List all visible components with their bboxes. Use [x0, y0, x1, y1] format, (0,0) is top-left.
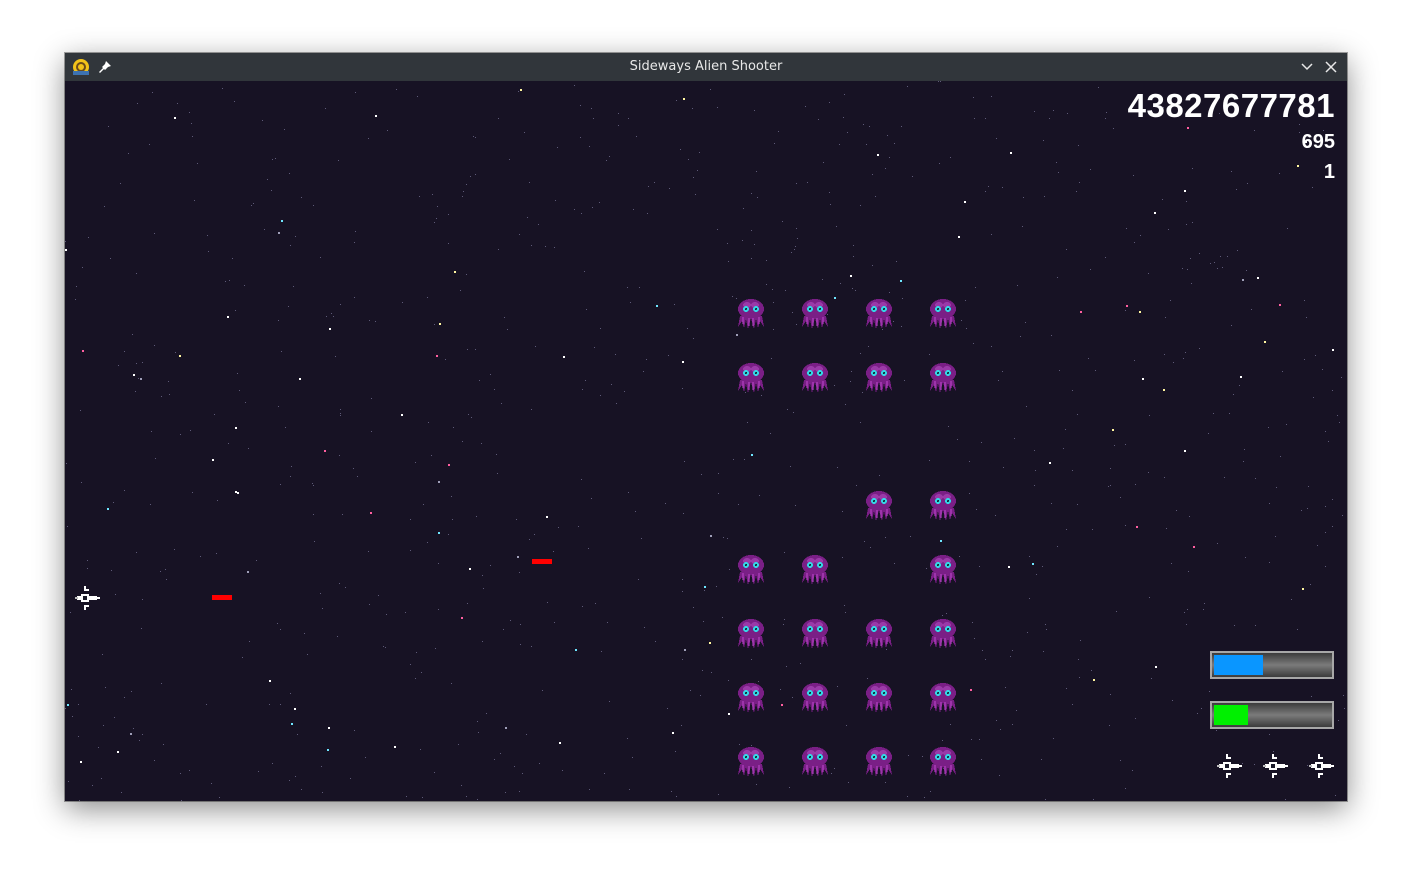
close-icon[interactable]	[1323, 59, 1339, 75]
alien-enemy	[862, 745, 896, 779]
game-window: Sideways Alien Shooter 43827677781 695 1	[65, 53, 1347, 801]
alien-enemy	[798, 681, 832, 715]
shield-bar	[1210, 651, 1334, 679]
life-ship-icon	[1263, 753, 1289, 779]
alien-enemy	[798, 297, 832, 331]
alien-enemy	[862, 681, 896, 715]
energy-bar-fill	[1214, 705, 1248, 725]
score-display: 43827677781	[1127, 87, 1335, 124]
alien-enemy	[862, 297, 896, 331]
alien-enemy	[926, 361, 960, 395]
alien-enemy	[862, 489, 896, 523]
game-canvas[interactable]: 43827677781 695 1	[65, 81, 1347, 801]
alien-enemy	[862, 617, 896, 651]
alien-enemy	[734, 361, 768, 395]
laser-projectile	[532, 559, 552, 564]
alien-enemy	[734, 297, 768, 331]
alien-enemy	[926, 617, 960, 651]
stat-value-1: 695	[1301, 131, 1335, 153]
alien-enemy	[926, 297, 960, 331]
life-ship-icon	[1217, 753, 1243, 779]
alien-enemy	[926, 745, 960, 779]
player-ship	[75, 586, 100, 610]
alien-enemy	[734, 617, 768, 651]
shield-bar-fill	[1214, 655, 1263, 675]
alien-enemy	[926, 553, 960, 587]
alien-enemy	[926, 489, 960, 523]
title-bar: Sideways Alien Shooter	[65, 53, 1347, 81]
alien-enemy	[734, 681, 768, 715]
alien-enemy	[798, 361, 832, 395]
alien-enemy	[798, 553, 832, 587]
alien-enemy	[798, 617, 832, 651]
alien-enemy	[734, 553, 768, 587]
alien-enemy	[798, 745, 832, 779]
starfield	[65, 81, 1345, 801]
life-ship-icon	[1309, 753, 1335, 779]
window-title: Sideways Alien Shooter	[629, 59, 783, 74]
stat-value-2: 1	[1323, 161, 1335, 183]
energy-bar	[1210, 701, 1334, 729]
minimize-chevron-icon[interactable]	[1299, 59, 1315, 75]
alien-enemy	[926, 681, 960, 715]
laser-projectile	[212, 595, 232, 600]
alien-enemy	[862, 361, 896, 395]
alien-enemy	[734, 745, 768, 779]
